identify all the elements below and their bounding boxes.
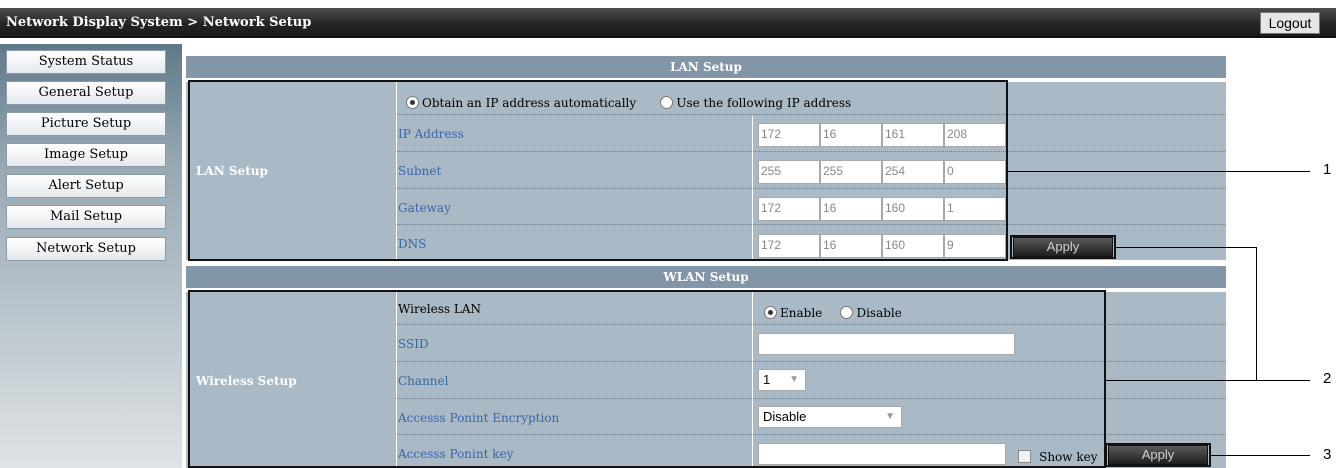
- callout-line-lan-apply: [1116, 247, 1256, 248]
- sidebar-item-general-setup[interactable]: General Setup: [6, 81, 166, 105]
- callout-box-lan: [188, 80, 1008, 261]
- callout-line-1: [1008, 171, 1310, 172]
- callout-line-3: [1211, 455, 1310, 456]
- callout-number-3: 3: [1323, 446, 1332, 463]
- breadcrumb: Network Display System > Network Setup: [6, 15, 312, 30]
- sidebar-item-picture-setup[interactable]: Picture Setup: [6, 112, 166, 136]
- logout-button[interactable]: Logout: [1260, 12, 1320, 34]
- callout-line-2: [1106, 380, 1310, 381]
- wlan-section-header: WLAN Setup: [186, 266, 1226, 288]
- lan-apply-button[interactable]: Apply: [1013, 237, 1113, 257]
- sidebar-item-alert-setup[interactable]: Alert Setup: [6, 174, 166, 198]
- callout-number-2: 2: [1323, 370, 1332, 387]
- callout-box-wlan: [188, 290, 1106, 468]
- callout-vertical-line: [1256, 247, 1257, 380]
- sidebar-item-network-setup[interactable]: Network Setup: [6, 237, 166, 261]
- wlan-apply-button[interactable]: Apply: [1108, 445, 1208, 465]
- sidebar-item-image-setup[interactable]: Image Setup: [6, 143, 166, 167]
- sidebar-item-system-status[interactable]: System Status: [6, 50, 166, 74]
- lan-section-header: LAN Setup: [186, 56, 1226, 78]
- sidebar-item-mail-setup[interactable]: Mail Setup: [6, 205, 166, 229]
- callout-number-1: 1: [1323, 161, 1332, 178]
